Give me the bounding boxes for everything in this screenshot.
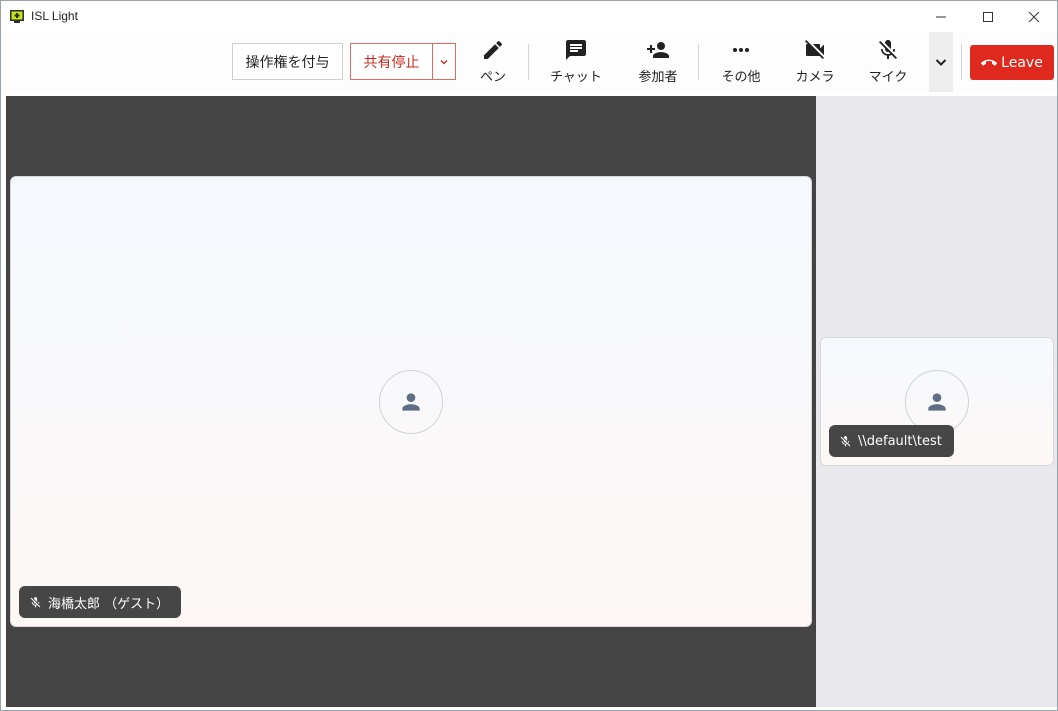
person-icon [402,393,420,411]
mic-off-icon [840,435,851,446]
pen-label: ペン [479,70,506,85]
toolbar-overflow-button[interactable] [929,32,953,92]
toolbar-divider [961,44,962,80]
stop-share-options-button[interactable] [433,44,455,79]
close-icon [1028,11,1040,22]
close-button[interactable] [1011,1,1057,32]
title-bar: ISL Light [1,1,1057,32]
window-title: ISL Light [31,9,78,23]
stop-share-button[interactable]: 共有停止 [351,44,433,79]
more-dots-icon [733,48,749,52]
toolbar: 操作権を付与 共有停止 ペン チャット 参加者 その他 カメラ マイク Leav… [1,32,1057,92]
pen-button[interactable]: ペン [473,36,513,88]
main-participant-tile[interactable]: 海橋太郎 （ゲスト） [10,176,812,627]
mic-label: マイク [868,70,908,85]
person-icon [928,393,946,411]
camera-button[interactable]: カメラ [788,36,842,88]
participant-name: \\default\test [858,433,942,449]
toolbar-divider [528,44,529,80]
isl-light-app-icon [10,10,24,23]
leave-label: Leave [1001,54,1043,71]
minimize-button[interactable] [918,1,964,32]
add-person-icon [647,42,669,58]
camera-off-icon [805,40,824,59]
stop-share-split-button: 共有停止 [350,43,456,80]
participant-name: 海橋太郎 （ゲスト） [48,596,170,612]
participants-button[interactable]: 参加者 [631,36,685,88]
mic-button[interactable]: マイク [861,36,915,88]
chevron-down-icon [440,59,448,64]
participants-side-panel: \\default\test [816,96,1057,707]
more-label: その他 [721,70,761,85]
app-window: ISL Light 操作権を付与 共有停止 ペン チャット 参加者 その他 カメ… [0,0,1058,711]
maximize-icon [983,11,993,22]
main-stage: 海橋太郎 （ゲスト） [6,96,816,707]
camera-label: カメラ [795,70,835,85]
mic-off-icon [879,40,897,59]
participant-avatar [379,370,443,434]
window-bottom-edge [1,707,1057,710]
pen-icon [484,40,503,59]
leave-button[interactable]: Leave [970,45,1054,80]
chat-label: チャット [550,70,602,85]
hang-up-icon [981,59,998,66]
chevron-down-icon [935,59,947,66]
participant-name-chip: 海橋太郎 （ゲスト） [19,586,182,618]
toolbar-divider [698,44,699,80]
side-participant-tile[interactable]: \\default\test [820,337,1054,466]
maximize-button[interactable] [965,1,1011,32]
participants-label: 参加者 [638,70,678,85]
mic-off-icon [30,596,41,607]
give-control-button[interactable]: 操作権を付与 [232,43,343,80]
chat-button[interactable]: チャット [544,36,608,88]
minimize-icon [936,16,946,17]
participant-name-chip: \\default\test [829,425,954,457]
chat-icon [566,40,586,60]
more-button[interactable]: その他 [714,36,768,88]
